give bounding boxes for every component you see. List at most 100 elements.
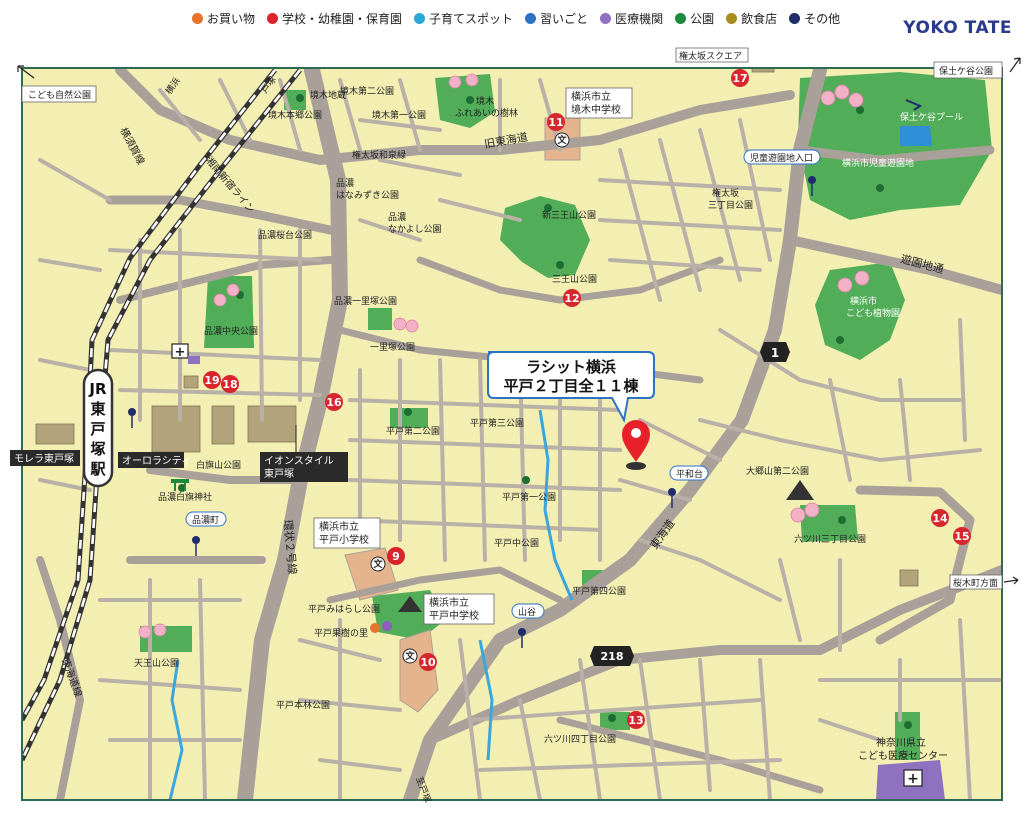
park-label: 境木本郷公園 (268, 109, 322, 121)
park-label: 権太坂 (712, 187, 739, 199)
building-small-b (899, 569, 919, 587)
park-label: 大郷山第二公園 (746, 465, 809, 477)
label-aurora: オーロラシティ (122, 455, 191, 467)
park-label: 境木地蔵 (310, 89, 346, 101)
park-area-mutsukawa4 (600, 712, 630, 730)
marker-number: 14 (932, 512, 948, 525)
building-aurora-b (211, 405, 235, 445)
park-label: 三王山公園 (552, 274, 597, 285)
label-hirado-sho-1: 横浜市立 (319, 520, 359, 533)
marker-19[interactable]: 19 (203, 371, 221, 389)
label-hirado-chu-2: 平戸中学校 (429, 609, 479, 622)
property-name: ラシット横浜 (526, 358, 616, 376)
park-label: 平戸第三公園 (470, 417, 524, 429)
marker-number: 19 (204, 374, 219, 387)
pin-shadow (626, 462, 646, 470)
marker-number: 9 (392, 550, 400, 563)
marker-9[interactable]: 9 (387, 547, 405, 565)
bus-stop-icon (668, 488, 676, 496)
marker-number: 18 (222, 378, 237, 391)
marker-16[interactable]: 16 (325, 393, 343, 411)
map-page: お買い物 学校・幼稚園・保育園 子育てスポット 習いごと 医療機関 公園 飲食店… (0, 0, 1030, 813)
park-label: 横浜市児童遊園地 (842, 157, 914, 169)
park-label: 品濃中央公園 (204, 325, 258, 337)
park-label: 平戸第一公園 (502, 491, 556, 503)
bus-stop-icon (128, 408, 136, 416)
park-label: 権太坂和泉緑 (352, 149, 406, 161)
marker-number: 16 (326, 396, 342, 409)
park-label: 保土ケ谷プール (900, 111, 963, 123)
label-hirado-sho-2: 平戸小学校 (319, 533, 369, 546)
park-label: 平戸第二公園 (386, 425, 440, 437)
marker-10[interactable]: 10 (419, 653, 437, 671)
park-label: 品濃 (336, 177, 354, 189)
school-symbol-label: 文 (556, 134, 567, 146)
building-aurora (151, 405, 201, 453)
park-label: 平戸中公園 (494, 537, 539, 549)
label-sakaiki-2: 境木中学校 (571, 103, 621, 116)
map-canvas[interactable]: こども自然公園 保土ケ谷公園 桜木町方面 横浜 戸塚 至戸塚 横須賀線 湘南新宿… (0, 0, 1030, 813)
park-label: 平戸果樹の里 (314, 627, 368, 639)
marker-13[interactable]: 13 (627, 711, 645, 729)
marker-number: 17 (732, 72, 747, 85)
park-label: 新三王山公園 (542, 209, 596, 221)
park-label: 天王山公園 (134, 658, 179, 669)
marker-number: 10 (420, 656, 436, 669)
park-label: 白旗山公園 (196, 459, 241, 471)
location-pin-dot (631, 428, 641, 438)
label-sakaiki-1: 横浜市立 (571, 90, 611, 103)
park-label: 品濃一里塚公園 (334, 295, 397, 307)
park-label: 境木 (476, 95, 494, 107)
building-morera (35, 423, 75, 445)
bus-stop-yamaya-label: 山谷 (518, 607, 536, 618)
direction-sakuragicho: 桜木町方面 (953, 577, 998, 589)
park-label: はなみずき公園 (336, 190, 399, 201)
marker-number: 12 (564, 292, 579, 305)
arrow-icon (1003, 576, 1019, 585)
park-label: 品濃 (388, 211, 406, 223)
label-hirado-chu-1: 横浜市立 (429, 596, 469, 609)
fruit-icon (370, 623, 380, 633)
pool-area (900, 126, 932, 146)
direction-kodomo-shizen: こども自然公園 (28, 89, 91, 101)
bus-stop-icon (192, 536, 200, 544)
hospital-symbol-label: + (175, 345, 186, 360)
park-area-ichirizuka (368, 308, 392, 330)
bus-stop-jido-label: 児童遊園地入口 (750, 152, 813, 164)
park-label: 横浜市 (850, 295, 877, 307)
route-218-label: 218 (601, 650, 624, 663)
park-label: 平戸みはらし公園 (308, 604, 380, 615)
marker-12[interactable]: 12 (563, 289, 581, 307)
park-label: 六ツ川四丁目公園 (544, 733, 616, 745)
property-address: 平戸２丁目全１１棟 (503, 377, 639, 395)
arrow-icon (1009, 57, 1021, 73)
label-kodomo-iryo-1: 神奈川県立 (876, 736, 926, 749)
park-label: 一里塚公園 (370, 342, 415, 353)
label-kodomo-iryo-2: こども医療センター (858, 749, 948, 762)
marker-number: 13 (628, 714, 643, 727)
direction-hodogaya: 保土ケ谷公園 (939, 65, 993, 77)
medical-marker (188, 356, 200, 364)
jr-station[interactable]: JR 東戸塚駅 (82, 368, 114, 488)
bus-stop-shinanomachi-label: 品濃町 (192, 514, 219, 526)
marker-14[interactable]: 14 (931, 509, 949, 527)
bus-stop-heiwadai-label: 平和台 (676, 468, 703, 480)
bus-stop-icon (808, 176, 816, 184)
park-label: 品濃白旗神社 (158, 491, 212, 503)
route-1-label: 1 (771, 346, 779, 360)
label-morera: モレラ東戸塚 (14, 452, 74, 465)
park-label: なかよし公園 (388, 224, 442, 235)
marker-18[interactable]: 18 (221, 375, 239, 393)
hospital-symbol-label: + (907, 771, 919, 787)
marker-11[interactable]: 11 (547, 113, 565, 131)
park-label: 境木第一公園 (372, 109, 426, 121)
marker-number: 11 (548, 116, 563, 129)
marker-17[interactable]: 17 (731, 69, 749, 87)
park-label: 品濃桜台公園 (258, 229, 312, 241)
building-gontazaka-sq (751, 68, 775, 73)
building-aeon (247, 405, 297, 443)
marker-15[interactable]: 15 (953, 527, 971, 545)
bus-stop-icon (518, 628, 526, 636)
jr-station-label: JR 東戸塚駅 (88, 380, 107, 478)
park-label: こども植物園 (846, 307, 900, 319)
